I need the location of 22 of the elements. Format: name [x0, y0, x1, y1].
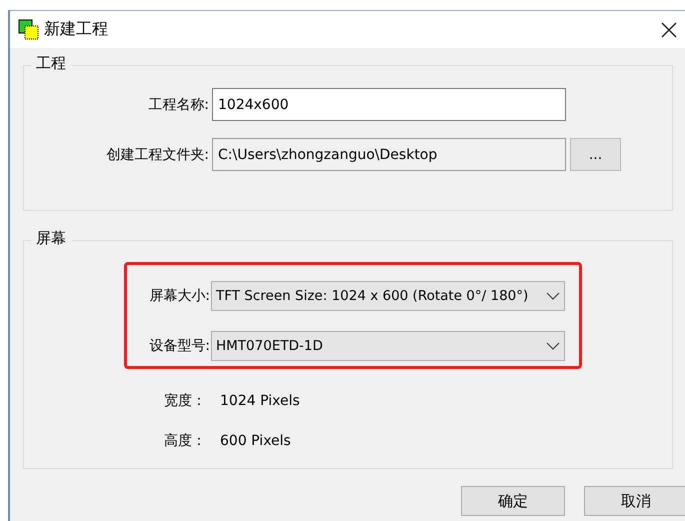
info-label: 高度： [164, 432, 207, 450]
app-icon [18, 18, 40, 40]
window-title: 新建工程 [44, 19, 109, 40]
chevron-down-icon [546, 292, 560, 300]
dialog-button[interactable]: 取消 [584, 486, 685, 516]
info-value: 600 Pixels [220, 433, 291, 449]
field-label: 屏幕大小: [148, 286, 210, 304]
dropdown[interactable]: TFT Screen Size: 1024 x 600 (Rotate 0°/ 180°) [211, 280, 565, 310]
field-label: 工程名称: [147, 96, 209, 114]
browse-button[interactable]: ... [570, 138, 621, 171]
field-label: 创建工程文件夹: [105, 146, 209, 164]
info-value: 1024 Pixels [220, 393, 300, 409]
info-label: 宽度： [164, 392, 207, 410]
field-label: 设备型号: [148, 337, 210, 355]
dialog-button[interactable]: 确定 [461, 486, 565, 516]
group-title: 工程 [31, 54, 72, 73]
close-icon[interactable] [660, 20, 678, 38]
input-field[interactable]: C:\Users\zhongzanguo\Desktop [212, 138, 566, 171]
input-field[interactable]: 1024x600 [212, 88, 566, 121]
chevron-down-icon [546, 342, 560, 350]
group-title: 屏幕 [31, 229, 72, 248]
dropdown[interactable]: HMT070ETD-1D [211, 331, 565, 361]
